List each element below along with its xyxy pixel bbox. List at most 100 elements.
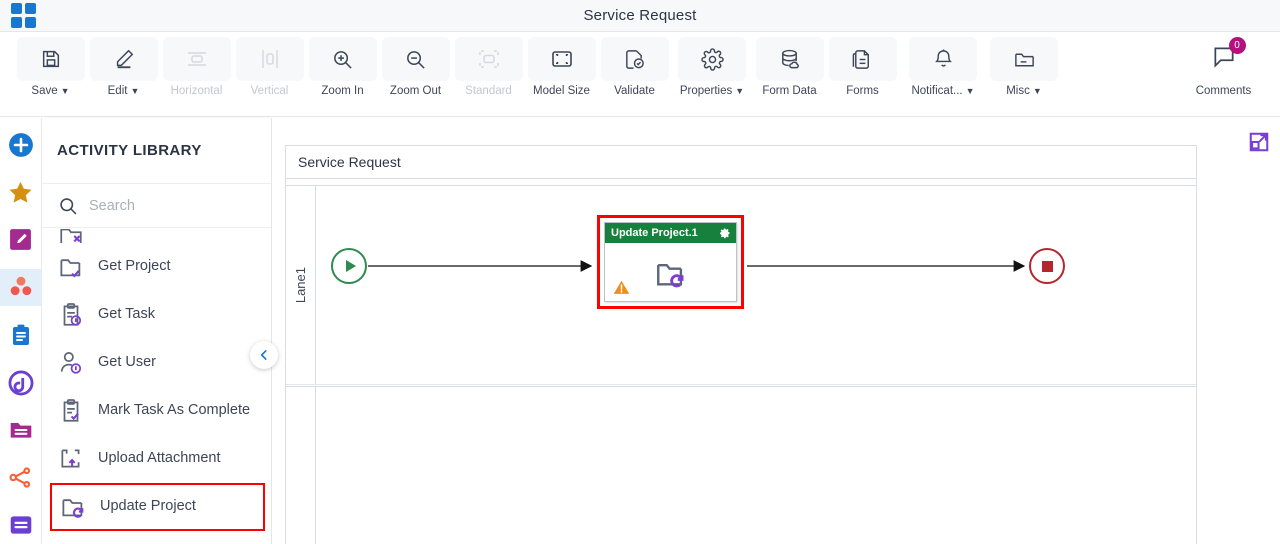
misc-label: Misc — [1006, 85, 1030, 97]
folder-refresh-icon — [61, 498, 83, 518]
rail-item-documents[interactable] — [0, 411, 42, 449]
warning-triangle-icon — [613, 280, 630, 294]
lane-1-label-strip: Lane1 — [286, 186, 316, 384]
rail-item-menu[interactable] — [0, 507, 42, 544]
expand-diagram-button[interactable] — [1246, 129, 1272, 155]
zoom-out-label: Zoom Out — [389, 85, 442, 97]
task-header: Update Project.1 — [605, 223, 736, 243]
save-label: Save — [31, 85, 58, 97]
lane-2-label-strip — [286, 387, 316, 544]
standard-size-button[interactable]: Standard — [452, 37, 525, 97]
pool-body: Lane1 Update Project.1 — [286, 185, 1196, 544]
list-lines-icon — [10, 516, 31, 534]
user-info-icon — [60, 352, 82, 374]
rail-item-activities[interactable] — [0, 268, 42, 307]
vertical-button[interactable]: Vertical — [233, 37, 306, 97]
list-item-get-project[interactable]: Get Project — [42, 243, 271, 291]
comments-badge: 0 — [1228, 36, 1246, 54]
horizontal-label: Horizontal — [170, 85, 223, 97]
task-title: Update Project.1 — [611, 227, 698, 239]
standard-label: Standard — [465, 85, 512, 97]
rail-item-tasks[interactable] — [0, 316, 42, 354]
validate-label: Validate — [614, 85, 655, 97]
activity-list: Get Project Get Task Get User Mark Task … — [42, 229, 271, 544]
library-search-row[interactable] — [42, 184, 271, 228]
start-event[interactable] — [331, 248, 367, 284]
forms-label: Forms — [846, 85, 879, 97]
folder-lines-icon — [10, 423, 31, 438]
clipboard-check-icon — [63, 399, 79, 422]
rail-item-add[interactable] — [0, 126, 42, 164]
gear-icon[interactable] — [719, 227, 731, 239]
zoom-out-button[interactable]: Zoom Out — [379, 37, 452, 97]
properties-label: Properties — [679, 85, 733, 97]
clipboard-icon — [12, 324, 29, 346]
forms-button[interactable]: Forms — [826, 37, 899, 97]
vertical-label: Vertical — [250, 85, 289, 97]
collapse-panel-button[interactable] — [250, 341, 278, 369]
notifications-button[interactable]: Notificat... ▼ — [899, 37, 987, 97]
edit-square-icon — [10, 229, 31, 251]
horizontal-button[interactable]: Horizontal — [160, 37, 233, 97]
star-icon — [9, 181, 32, 203]
search-icon — [60, 197, 77, 214]
standard-size-icon — [478, 50, 499, 68]
misc-button[interactable]: Misc ▼ — [987, 37, 1061, 97]
database-cloud-icon — [782, 49, 799, 68]
rail-item-favorites[interactable] — [0, 174, 42, 212]
list-item-get-task[interactable]: Get Task — [42, 291, 271, 339]
list-item-get-user[interactable]: Get User — [42, 339, 271, 387]
clipboard-info-icon — [63, 303, 82, 326]
task-update-project-1[interactable]: Update Project.1 — [604, 222, 737, 302]
zoom-in-label: Zoom In — [321, 85, 364, 97]
rail-item-hubspot[interactable] — [0, 459, 42, 497]
rail-item-integration[interactable] — [0, 364, 42, 402]
form-data-label: Form Data — [762, 85, 817, 97]
form-data-button[interactable]: Form Data — [753, 37, 826, 97]
zoom-out-icon — [407, 50, 425, 69]
lane-1-label: Lane1 — [293, 266, 308, 304]
properties-button[interactable]: Properties ▼ — [671, 37, 753, 97]
title-bar: Service Request — [0, 0, 1280, 32]
lane-1[interactable]: Lane1 Update Project.1 — [286, 185, 1196, 385]
notifications-label: Notificat... — [911, 85, 963, 97]
chevron-down-icon: ▼ — [735, 85, 745, 96]
stop-square-icon — [1041, 260, 1053, 272]
list-item-label: Get Task — [98, 306, 155, 323]
play-triangle-icon — [345, 260, 356, 272]
rail-item-edit-form[interactable] — [0, 221, 42, 259]
list-item-mark-task-as-complete[interactable]: Mark Task As Complete — [42, 387, 271, 435]
hubspot-sprocket-icon — [9, 467, 31, 488]
comments-icon-wrap: 0 — [1211, 36, 1246, 75]
page-title: Service Request — [583, 7, 697, 24]
swirl-icon — [8, 370, 33, 396]
chevron-down-icon: ▼ — [60, 85, 70, 96]
pool-service-request[interactable]: Service Request Lane1 Update Project.1 — [285, 145, 1197, 544]
floppy-disk-icon — [42, 50, 59, 68]
zoom-in-button[interactable]: Zoom In — [306, 37, 379, 97]
bell-icon — [934, 49, 952, 67]
list-item-label: Upload Attachment — [98, 450, 221, 467]
edit-button[interactable]: Edit ▼ — [87, 37, 160, 97]
end-event[interactable] — [1029, 248, 1065, 284]
save-button[interactable]: Save ▼ — [14, 37, 87, 97]
comments-button[interactable]: 0 Comments — [1187, 36, 1260, 97]
list-item-partial[interactable] — [42, 229, 271, 243]
list-item-upload-attachment[interactable]: Upload Attachment — [42, 435, 271, 483]
delete-x-icon — [60, 229, 82, 243]
validate-button[interactable]: Validate — [598, 37, 671, 97]
validate-check-icon — [626, 49, 644, 69]
align-horizontal-icon — [187, 52, 206, 66]
lane-2[interactable] — [286, 386, 1196, 544]
diagram-canvas[interactable]: Service Request Lane1 Update Project.1 — [272, 118, 1280, 544]
chevron-down-icon: ▼ — [965, 85, 975, 96]
edit-label: Edit — [107, 85, 128, 97]
model-size-button[interactable]: Model Size — [525, 37, 598, 97]
documents-copy-icon — [852, 49, 869, 69]
chevron-down-icon: ▼ — [130, 85, 140, 96]
list-item-label: Update Project — [100, 498, 196, 515]
search-input[interactable] — [89, 197, 239, 214]
folder-misc-icon — [1014, 53, 1034, 66]
model-size-label: Model Size — [533, 85, 590, 97]
list-item-update-project[interactable]: Update Project — [50, 483, 265, 531]
